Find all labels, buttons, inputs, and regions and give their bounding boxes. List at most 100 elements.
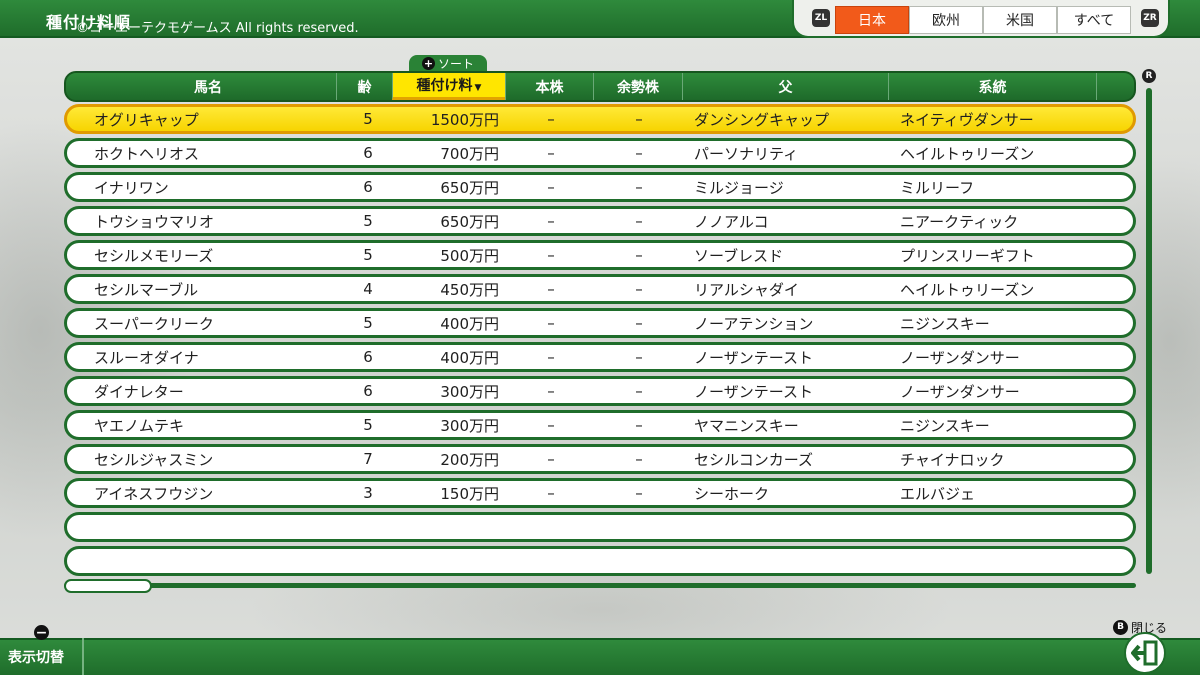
row-age: 6 <box>363 144 373 162</box>
row-age: 6 <box>363 382 373 400</box>
row-sire: シーホーク <box>694 484 770 503</box>
row-line: ヘイルトゥリーズン <box>900 144 1035 163</box>
tab-usa[interactable]: 米国 <box>983 6 1057 34</box>
row-sire: ソーブレスド <box>694 246 784 265</box>
row-fee: 200万円 <box>440 450 499 469</box>
tab-all[interactable]: すべて <box>1057 6 1131 34</box>
column-header-name[interactable]: 馬名 <box>80 73 336 100</box>
column-header-surplus[interactable]: 余勢株 <box>593 73 682 100</box>
row-line: ニアークティック <box>900 212 1019 231</box>
row-fee: 700万円 <box>440 144 499 163</box>
close-button[interactable] <box>1124 632 1166 674</box>
row-line: プリンスリーギフト <box>900 246 1035 265</box>
row-name: ヤエノムテキ <box>94 416 185 435</box>
zl-button-icon[interactable]: ZL <box>812 9 830 27</box>
row-stock: – <box>547 484 555 502</box>
empty-row <box>64 512 1136 542</box>
row-stock: – <box>547 246 555 264</box>
row-fee: 500万円 <box>440 246 499 265</box>
row-line: チャイナロック <box>900 450 1005 469</box>
table-row[interactable]: セシルメモリーズ 5 500万円 – – ソーブレスド プリンスリーギフト <box>64 240 1136 270</box>
row-surplus: – <box>635 450 643 468</box>
column-header-sire[interactable]: 父 <box>682 73 888 100</box>
row-age: 5 <box>363 110 373 128</box>
table-row[interactable]: ホクトヘリオス 6 700万円 – – パーソナリティ ヘイルトゥリーズン <box>64 138 1136 168</box>
table-row[interactable]: オグリキャップ 5 1500万円 – – ダンシングキャップ ネイティヴダンサー <box>64 104 1136 134</box>
row-name: アイネスフウジン <box>94 484 214 503</box>
row-line: ミルリーフ <box>900 178 975 197</box>
table-row[interactable]: スーパークリーク 5 400万円 – – ノーアテンション ニジンスキー <box>64 308 1136 338</box>
table-row[interactable]: ダイナレター 6 300万円 – – ノーザンテースト ノーザンダンサー <box>64 376 1136 406</box>
row-surplus: – <box>635 314 643 332</box>
row-fee: 300万円 <box>440 382 499 401</box>
row-line: エルバジェ <box>900 484 976 503</box>
row-sire: ノーザンテースト <box>694 382 813 401</box>
table-row[interactable]: ヤエノムテキ 5 300万円 – – ヤマニンスキー ニジンスキー <box>64 410 1136 440</box>
row-line: ヘイルトゥリーズン <box>900 280 1035 299</box>
row-sire: ノーザンテースト <box>694 348 813 367</box>
row-surplus: – <box>635 280 643 298</box>
row-stock: – <box>547 416 555 434</box>
row-fee: 650万円 <box>440 212 499 231</box>
row-sire: リアルシャダイ <box>694 280 799 299</box>
row-stock: – <box>547 450 555 468</box>
row-surplus: – <box>635 110 643 128</box>
column-header-age[interactable]: 齢 <box>336 73 392 100</box>
row-fee: 150万円 <box>440 484 499 503</box>
row-name: オグリキャップ <box>94 110 199 129</box>
row-stock: – <box>547 280 555 298</box>
row-line: ノーザンダンサー <box>900 348 1020 367</box>
b-button-icon: B <box>1113 619 1128 635</box>
row-surplus: – <box>635 178 643 196</box>
table-row[interactable]: トウショウマリオ 5 650万円 – – ノノアルコ ニアークティック <box>64 206 1136 236</box>
row-fee: 400万円 <box>440 314 499 333</box>
row-line: ニジンスキー <box>900 416 990 435</box>
column-header-fee[interactable]: 種付け料 ▼ <box>392 73 505 100</box>
row-stock: – <box>547 348 555 366</box>
row-line: ノーザンダンサー <box>900 382 1020 401</box>
row-sire: ノーアテンション <box>694 314 814 333</box>
row-age: 4 <box>363 280 373 298</box>
row-stock: – <box>547 382 555 400</box>
r-button-icon[interactable]: R <box>1142 69 1156 83</box>
row-name: トウショウマリオ <box>94 212 215 231</box>
row-name: イナリワン <box>94 178 169 197</box>
column-header-extra <box>1096 73 1134 100</box>
table-row[interactable]: セシルマーブル 4 450万円 – – リアルシャダイ ヘイルトゥリーズン <box>64 274 1136 304</box>
row-age: 7 <box>363 450 373 468</box>
row-fee: 650万円 <box>440 178 499 197</box>
sort-hint[interactable]: + ソート <box>409 55 487 72</box>
row-stock: – <box>547 212 555 230</box>
row-line: ニジンスキー <box>900 314 990 333</box>
table-header: 馬名 齢 種付け料 ▼ 本株 余勢株 父 系統 <box>64 71 1136 102</box>
row-sire: ミルジョージ <box>694 178 784 197</box>
row-sire: ノノアルコ <box>694 212 769 231</box>
vertical-scrollbar[interactable] <box>1146 88 1152 574</box>
table-row[interactable]: セシルジャスミン 7 200万円 – – セシルコンカーズ チャイナロック <box>64 444 1136 474</box>
column-header-line[interactable]: 系統 <box>888 73 1096 100</box>
row-fee: 1500万円 <box>430 110 499 129</box>
row-name: スーパークリーク <box>94 314 214 333</box>
horizontal-scrollbar-track[interactable] <box>64 583 1136 588</box>
row-surplus: – <box>635 416 643 434</box>
row-stock: – <box>547 178 555 196</box>
plus-icon: + <box>421 57 435 70</box>
display-toggle-button[interactable]: 表示切替 <box>0 638 84 675</box>
table-row[interactable]: スルーオダイナ 6 400万円 – – ノーザンテースト ノーザンダンサー <box>64 342 1136 372</box>
table-row[interactable]: アイネスフウジン 3 150万円 – – シーホーク エルバジェ <box>64 478 1136 508</box>
row-fee: 450万円 <box>440 280 499 299</box>
row-name: ホクトヘリオス <box>94 144 200 163</box>
empty-row <box>64 546 1136 576</box>
table-row[interactable]: イナリワン 6 650万円 – – ミルジョージ ミルリーフ <box>64 172 1136 202</box>
tab-japan[interactable]: 日本 <box>835 6 909 34</box>
row-surplus: – <box>635 348 643 366</box>
row-stock: – <box>547 314 555 332</box>
row-age: 6 <box>363 348 373 366</box>
column-header-stock[interactable]: 本株 <box>505 73 593 100</box>
horizontal-scrollbar-thumb[interactable] <box>64 579 152 593</box>
tab-europe[interactable]: 欧州 <box>909 6 983 34</box>
zr-button-icon[interactable]: ZR <box>1141 9 1159 27</box>
row-name: ダイナレター <box>94 382 184 401</box>
row-stock: – <box>547 144 555 162</box>
column-header-fee-label: 種付け料 <box>416 78 473 94</box>
